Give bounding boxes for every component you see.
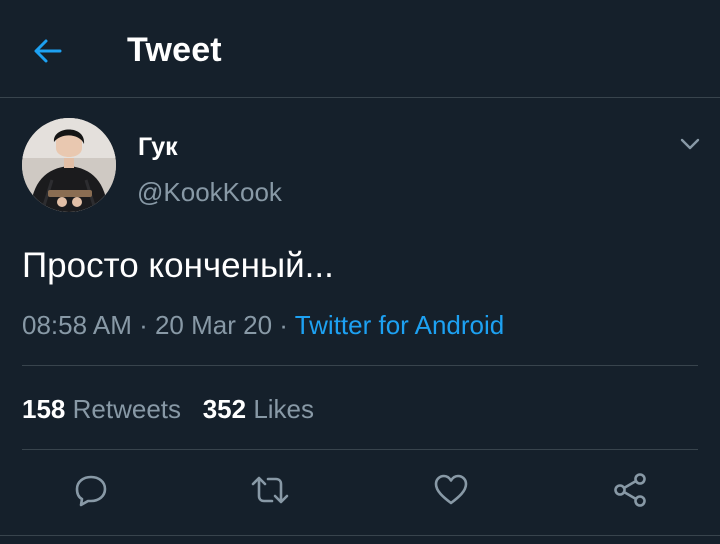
retweets-label: Retweets (72, 394, 182, 424)
share-button[interactable] (606, 466, 654, 514)
divider (22, 365, 698, 366)
avatar[interactable] (22, 118, 116, 212)
divider (0, 535, 720, 536)
tweet-source-link[interactable]: Twitter for Android (295, 310, 505, 340)
page-title: Tweet (127, 31, 222, 69)
retweets-count: 158 (22, 394, 66, 424)
tweet-text: Просто конченый... (22, 246, 334, 285)
arrow-left-icon (34, 39, 62, 63)
tweet-time: 08:58 AM (22, 310, 132, 340)
top-app-bar: Tweet (0, 0, 720, 98)
likes-count: 352 (202, 394, 247, 424)
reply-button[interactable] (67, 466, 115, 514)
back-button[interactable] (30, 33, 66, 69)
reply-icon (75, 475, 107, 507)
meta-separator: · (131, 310, 155, 340)
tweet-date: 20 Mar 20 (154, 310, 273, 340)
likes-stat[interactable]: 352 Likes (203, 394, 314, 424)
tweet-detail-screen: Tweet Гук @KookKook Просто конченый... 0… (0, 0, 720, 544)
heart-icon (434, 474, 468, 505)
retweet-icon (251, 476, 289, 504)
tweet-metadata: 08:58 AM · 20 Mar 20 · Twitter for Andro… (22, 308, 504, 342)
profile-photo (22, 118, 116, 212)
tweet-action-bar (0, 466, 720, 514)
tweet-stats: 158 Retweets 352 Likes (22, 392, 314, 426)
tweet-menu-button[interactable] (676, 130, 704, 158)
retweet-button[interactable] (246, 466, 294, 514)
divider (22, 449, 698, 450)
share-icon (614, 473, 646, 507)
retweets-stat[interactable]: 158 Retweets (22, 394, 181, 424)
like-button[interactable] (427, 466, 475, 514)
author-display-name[interactable]: Гук (138, 132, 178, 162)
meta-separator: · (272, 310, 295, 340)
author-username[interactable]: @KookKook (137, 176, 282, 208)
likes-label: Likes (253, 394, 315, 424)
chevron-down-icon (680, 138, 700, 150)
